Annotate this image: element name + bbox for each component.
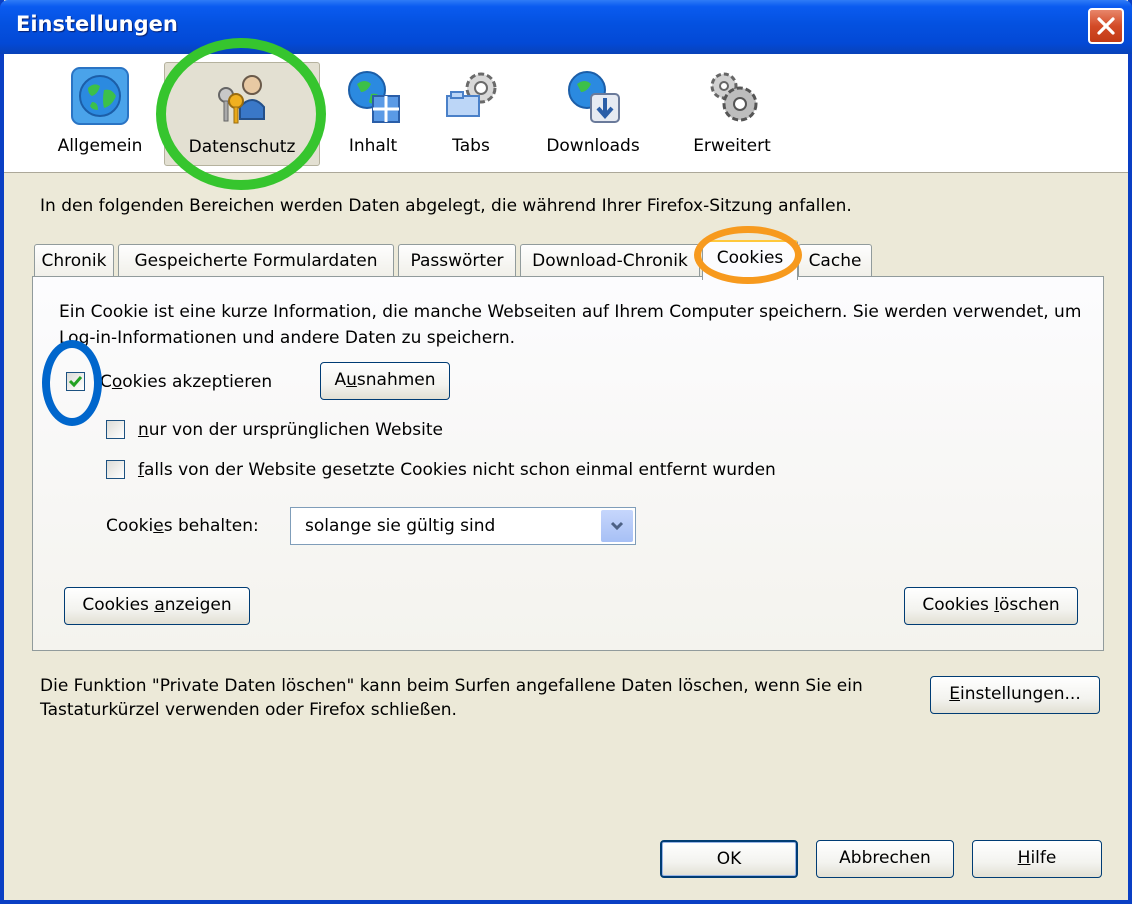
cookies-description: Ein Cookie ist eine kurze Information, d… [59,302,1082,348]
dropdown-button[interactable] [601,510,633,542]
advanced-gears-icon [710,72,758,122]
title-bar[interactable]: Einstellungen [0,0,1132,54]
toolbar-label-tabs: Tabs [452,136,490,156]
close-icon [1097,17,1115,35]
toolbar-label-erweitert: Erweitert [693,136,771,156]
window-title: Einstellungen [16,12,178,36]
toolbar-item-tabs[interactable]: Tabs [426,62,516,166]
green-highlight-circle [156,38,326,190]
help-button[interactable]: Hilfe [972,840,1102,878]
private-data-text: Die Funktion "Private Daten löschen" kan… [40,676,863,720]
tab-formulardaten[interactable]: Gespeicherte Formulardaten [118,244,394,278]
chevron-down-icon [610,521,624,531]
tab-cache[interactable]: Cache [798,244,872,278]
not-removed-label[interactable]: falls von der Website gesetzte Cookies n… [138,460,776,480]
ok-button[interactable]: OK [660,840,798,878]
show-cookies-button[interactable]: Cookies anzeigen [64,587,250,625]
keep-cookies-label: Cookies behalten: [106,516,259,536]
only-origin-checkbox[interactable] [106,420,125,439]
not-removed-checkbox[interactable] [106,460,125,479]
toolbar-label-allgemein: Allgemein [57,136,143,156]
downloads-globe-icon [568,71,620,123]
close-button[interactable] [1088,8,1124,44]
delete-cookies-button[interactable]: Cookies löschen [904,587,1078,625]
intro-text: In den folgenden Bereichen werden Daten … [40,196,852,216]
only-origin-label[interactable]: nur von der ursprünglichen Website [138,420,443,440]
keep-cookies-select[interactable]: solange sie gültig sind [290,507,636,545]
toolbar-item-allgemein[interactable]: Allgemein [48,62,152,166]
keep-cookies-value: solange sie gültig sind [305,516,496,536]
toolbar-label-downloads: Downloads [546,136,640,156]
toolbar-item-downloads[interactable]: Downloads [530,62,656,166]
globe-icon [71,67,129,125]
tabs-gear-icon [446,72,497,117]
tab-chronik[interactable]: Chronik [34,244,114,278]
orange-highlight-circle [694,226,802,284]
toolbar-item-erweitert[interactable]: Erweitert [672,62,792,166]
content-globe-icon [348,71,400,123]
preferences-window: Einstellungen Allgemein Datenschutz Inha… [0,0,1132,904]
blue-highlight-circle [42,340,102,426]
accept-cookies-label[interactable]: Cookies akzeptieren [100,372,272,392]
tab-download-chronik[interactable]: Download-Chronik [520,244,700,278]
private-data-settings-button[interactable]: Einstellungen... [930,676,1100,714]
tab-passwoerter[interactable]: Passwörter [398,244,516,278]
exceptions-button[interactable]: Ausnahmen [320,362,450,400]
toolbar-label-inhalt: Inhalt [348,136,398,156]
toolbar-item-inhalt[interactable]: Inhalt [328,62,418,166]
cancel-button[interactable]: Abbrechen [816,840,954,878]
